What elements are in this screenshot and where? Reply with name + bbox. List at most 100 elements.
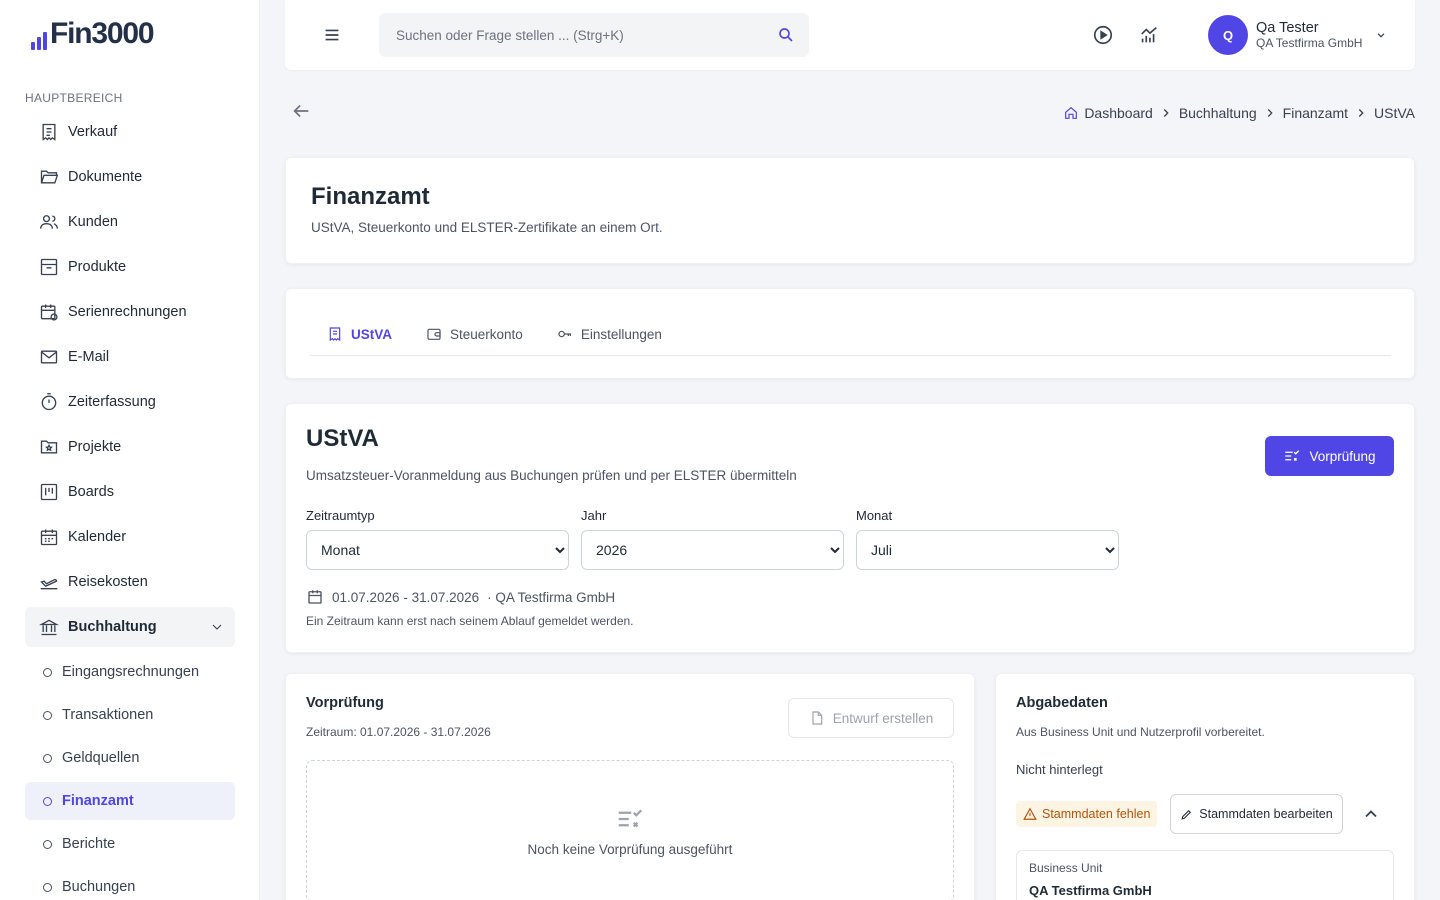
stopwatch-icon xyxy=(41,393,57,411)
tab-einstellungen[interactable]: Einstellungen xyxy=(540,313,679,355)
sidebar-subitem-label: Buchungen xyxy=(62,879,136,895)
chevron-right-icon xyxy=(1267,109,1273,117)
wallet-icon xyxy=(427,328,441,340)
calendar-repeat-icon xyxy=(40,304,58,321)
sidebar-item-label: Boards xyxy=(68,484,114,500)
badge-label: Stammdaten fehlen xyxy=(1042,807,1151,821)
mail-icon xyxy=(40,350,58,364)
search-icon[interactable] xyxy=(777,26,795,44)
sidebar-subitem-label: Berichte xyxy=(62,836,116,852)
sidebar-item-label: Kunden xyxy=(68,214,118,230)
empty-state: Noch keine Vorprüfung ausgeführt xyxy=(306,760,954,900)
list-check-icon xyxy=(618,809,643,828)
sidebar-subitem-label: Eingangsrechnungen xyxy=(62,664,200,680)
ustva-title: UStVA xyxy=(306,425,379,452)
key-icon xyxy=(558,330,571,338)
sidebar-item-verkauf[interactable]: Verkauf xyxy=(25,112,235,152)
stammdaten-bearbeiten-button[interactable]: Stammdaten bearbeiten xyxy=(1170,794,1343,834)
tab-label: UStVA xyxy=(351,326,393,342)
sidebar-section-title: HAUPTBEREICH xyxy=(25,91,123,105)
vorpruefung-card: Vorprüfung Zeitraum: 01.07.2026 - 31.07.… xyxy=(285,673,975,900)
logo-text: Fin3000 xyxy=(50,17,155,50)
zeitraumtyp-field: Zeitraumtyp Monat xyxy=(306,508,569,570)
chevron-right-icon xyxy=(1163,109,1169,117)
chevron-up-icon[interactable] xyxy=(1361,804,1381,824)
hamburger-menu-icon[interactable] xyxy=(321,24,343,46)
play-circle-icon[interactable] xyxy=(1092,24,1114,46)
sidebar-subitem-geldquellen[interactable]: Geldquellen xyxy=(25,739,235,777)
sidebar-item-zeiterfassung[interactable]: Zeiterfassung xyxy=(25,382,235,422)
sidebar-item-serienrechnungen[interactable]: Serienrechnungen xyxy=(25,292,235,332)
tabs-card: UStVA Steuerkonto Einstellungen xyxy=(285,288,1415,379)
sidebar-item-label: Buchhaltung xyxy=(68,619,157,635)
sidebar-subitem-eingangsrechnungen[interactable]: Eingangsrechnungen xyxy=(25,653,235,691)
sidebar-item-label: Verkauf xyxy=(68,124,118,140)
tab-ustva[interactable]: UStVA xyxy=(310,313,409,355)
empty-state-text: Noch keine Vorprüfung ausgeführt xyxy=(527,842,733,857)
sidebar-item-dokumente[interactable]: Dokumente xyxy=(25,157,235,197)
breadcrumb-buchhaltung[interactable]: Buchhaltung xyxy=(1179,105,1257,121)
ustva-subtitle: Umsatzsteuer-Voranmeldung aus Buchungen … xyxy=(306,468,797,483)
sidebar-subitem-transaktionen[interactable]: Transaktionen xyxy=(25,696,235,734)
zeitraumtyp-label: Zeitraumtyp xyxy=(306,508,375,523)
button-label: Stammdaten bearbeiten xyxy=(1199,807,1333,821)
archive-box-icon xyxy=(40,258,58,276)
circle-icon xyxy=(43,882,52,892)
analytics-chart-icon[interactable] xyxy=(1138,24,1160,46)
search-input[interactable] xyxy=(379,13,809,57)
sidebar-subitem-berichte[interactable]: Berichte xyxy=(25,825,235,863)
period-company: · QA Testfirma GmbH xyxy=(487,589,616,605)
sidebar-subnav: Eingangsrechnungen Transaktionen Geldque… xyxy=(25,653,235,900)
sidebar-item-kalender[interactable]: Kalender xyxy=(25,517,235,557)
sidebar-item-label: Dokumente xyxy=(68,169,143,185)
breadcrumb-finanzamt[interactable]: Finanzamt xyxy=(1283,105,1348,121)
vorpruefung-period: Zeitraum: 01.07.2026 - 31.07.2026 xyxy=(306,725,491,739)
sidebar-nav: Verkauf Dokumente Kunden Produkte Serien… xyxy=(25,112,235,652)
circle-icon xyxy=(43,667,52,677)
sidebar-item-reisekosten[interactable]: Reisekosten xyxy=(25,562,235,602)
breadcrumb-dashboard[interactable]: Dashboard xyxy=(1084,105,1153,121)
plane-icon xyxy=(40,578,58,590)
calendar-icon xyxy=(308,590,322,604)
top-bar: Q Qa Tester QA Testfirma GmbH xyxy=(285,0,1415,70)
sidebar-item-produkte[interactable]: Produkte xyxy=(25,247,235,287)
app-logo[interactable]: Fin3000 xyxy=(31,17,155,50)
tab-steuerkonto[interactable]: Steuerkonto xyxy=(409,313,540,355)
sidebar-item-email[interactable]: E-Mail xyxy=(25,337,235,377)
sidebar-item-boards[interactable]: Boards xyxy=(25,472,235,512)
receipt-icon xyxy=(329,327,341,342)
sidebar-subitem-label: Geldquellen xyxy=(62,750,140,766)
user-menu[interactable]: Q Qa Tester QA Testfirma GmbH xyxy=(1208,15,1388,55)
vorpruefung-title: Vorprüfung xyxy=(306,695,384,711)
sidebar-item-kunden[interactable]: Kunden xyxy=(25,202,235,242)
breadcrumb: Dashboard Buchhaltung Finanzamt UStVA xyxy=(1063,105,1415,121)
sidebar-item-projekte[interactable]: Projekte xyxy=(25,427,235,467)
avatar: Q xyxy=(1208,15,1248,55)
sidebar-subitem-finanzamt[interactable]: Finanzamt xyxy=(25,782,235,820)
folder-star-icon xyxy=(40,440,58,454)
jahr-label: Jahr xyxy=(581,508,607,523)
jahr-select[interactable]: 2026 xyxy=(581,530,844,570)
zeitraumtyp-select[interactable]: Monat xyxy=(306,530,569,570)
monat-select[interactable]: Juli xyxy=(856,530,1119,570)
button-label: Entwurf erstellen xyxy=(832,710,934,726)
entwurf-erstellen-button[interactable]: Entwurf erstellen xyxy=(788,698,954,738)
period-note: Ein Zeitraum kann erst nach seinem Ablau… xyxy=(306,614,634,628)
receipt-icon xyxy=(42,123,56,141)
abgabedaten-card: Abgabedaten Aus Business Unit und Nutzer… xyxy=(995,673,1415,900)
sidebar-item-label: Zeiterfassung xyxy=(68,394,156,410)
vorpruefung-button[interactable]: Vorprüfung xyxy=(1265,436,1394,476)
abgabedaten-state: Nicht hinterlegt xyxy=(1016,762,1103,777)
circle-icon xyxy=(43,710,52,720)
sidebar-item-label: Kalender xyxy=(68,529,127,545)
sidebar-item-buchhaltung[interactable]: Buchhaltung xyxy=(25,607,235,647)
circle-icon xyxy=(43,796,52,806)
logo-bars-icon xyxy=(31,26,47,50)
sidebar-subitem-buchungen[interactable]: Buchungen xyxy=(25,868,235,900)
page-header-card: Finanzamt UStVA, Steuerkonto und ELSTER-… xyxy=(285,157,1415,264)
back-arrow-icon[interactable] xyxy=(290,100,312,122)
tab-label: Einstellungen xyxy=(580,326,662,342)
chevron-right-icon xyxy=(1358,109,1364,117)
sidebar-subitem-label: Finanzamt xyxy=(62,793,134,809)
status-badge: Stammdaten fehlen xyxy=(1016,801,1158,827)
